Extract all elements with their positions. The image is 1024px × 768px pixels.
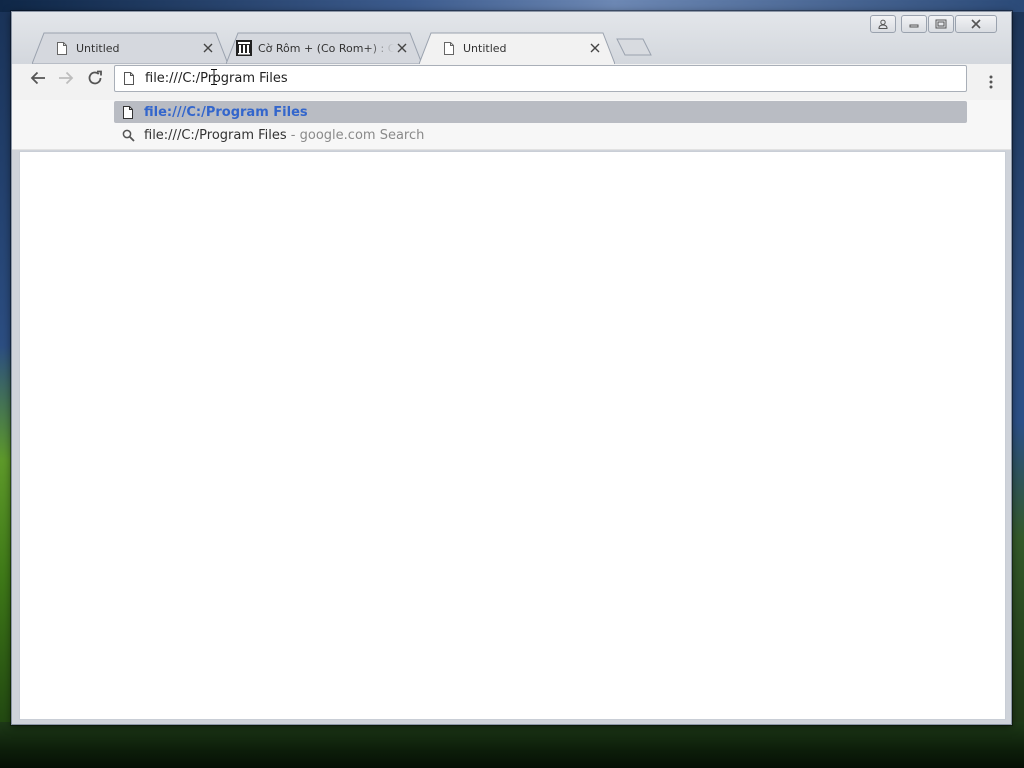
restore-icon xyxy=(935,19,947,29)
forward-button[interactable] xyxy=(54,66,78,90)
search-icon xyxy=(120,127,136,143)
tab-untitled-1[interactable]: Untitled xyxy=(32,32,228,64)
page-icon xyxy=(441,40,457,56)
new-tab-icon xyxy=(616,38,652,56)
tab-title: Cờ Rôm + (Co Rom+) : Co xyxy=(258,41,394,55)
window-controls xyxy=(870,15,997,33)
minimize-icon xyxy=(909,24,919,28)
forward-arrow-icon xyxy=(59,71,74,85)
suggestion-engine-text: google.com Search xyxy=(299,127,425,143)
tab-strip: Untitled Cờ Rôm + (Co Rom+) : Co Untitle… xyxy=(12,12,1011,64)
omnibox-suggestions: file:///C:/Program Files file:///C:/Prog… xyxy=(12,100,1011,150)
suggestion-url[interactable]: file:///C:/Program Files xyxy=(114,101,967,123)
tab-untitled-active[interactable]: Untitled xyxy=(419,32,615,64)
user-profile-button[interactable] xyxy=(870,15,896,33)
desktop-background-bottom xyxy=(0,722,1024,768)
suggestion-query-text: file:///C:/Program Files xyxy=(144,127,287,143)
museum-favicon-icon xyxy=(236,40,252,56)
back-arrow-icon xyxy=(30,71,45,85)
close-icon[interactable] xyxy=(394,40,410,56)
close-icon[interactable] xyxy=(200,40,216,56)
address-bar[interactable]: file:///C:/Program Files xyxy=(114,65,967,92)
browser-menu-button[interactable] xyxy=(981,70,1001,94)
minimize-button[interactable] xyxy=(901,15,927,33)
suggestion-separator: - xyxy=(286,127,300,143)
browser-window: Untitled Cờ Rôm + (Co Rom+) : Co Untitle… xyxy=(11,11,1012,725)
text-cursor-icon xyxy=(211,69,217,85)
suggestion-url-text: file:///C:/Program Files xyxy=(144,104,308,120)
page-icon xyxy=(121,71,137,87)
suggestion-search[interactable]: file:///C:/Program Files - google.com Se… xyxy=(114,124,967,146)
user-icon xyxy=(878,19,888,29)
tab-title: Untitled xyxy=(463,41,507,55)
close-window-button[interactable] xyxy=(955,15,997,33)
tab-title: Untitled xyxy=(76,41,120,55)
more-vertical-icon xyxy=(989,75,993,89)
browser-toolbar: file:///C:/Program Files xyxy=(12,64,1011,100)
new-tab-button[interactable] xyxy=(616,38,652,56)
close-icon xyxy=(971,19,981,29)
page-icon xyxy=(120,104,136,120)
page-content[interactable] xyxy=(19,151,1006,720)
restore-button[interactable] xyxy=(928,15,954,33)
back-button[interactable] xyxy=(26,66,50,90)
reload-icon xyxy=(88,70,102,85)
close-icon[interactable] xyxy=(587,40,603,56)
tab-co-rom[interactable]: Cờ Rôm + (Co Rom+) : Co xyxy=(226,32,422,64)
reload-button[interactable] xyxy=(83,66,107,90)
page-icon xyxy=(54,40,70,56)
